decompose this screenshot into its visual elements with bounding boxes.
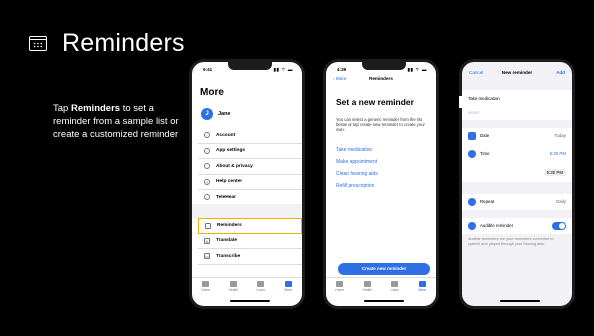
repeat-value[interactable]: Daily — [556, 199, 566, 204]
tab-learn[interactable]: Learn — [385, 278, 405, 297]
home-indicator — [364, 300, 404, 302]
notes-input[interactable]: Notes — [468, 110, 479, 115]
instruction-text: Tap Reminders to set a reminder from a s… — [53, 103, 179, 140]
reminder-option[interactable]: Clean hearing aids — [336, 168, 378, 180]
shield-icon: ◦ — [204, 163, 210, 170]
date-time-group: Date Today Time 5:30 PM — [462, 128, 572, 164]
phone-set-reminder-screen: 4:39 ▮▮ ⌔ ▬ ‹ More Reminders Set a new r… — [323, 59, 439, 309]
transcribe-icon: ▭ — [204, 253, 210, 260]
tools-menu: ▫ Reminders A Translate ▭ Transcribe — [198, 218, 302, 265]
reminder-name-group: Take medication Notes — [462, 90, 572, 120]
clock-icon — [468, 150, 476, 158]
menu-item-app-settings[interactable]: ◦ App settings — [198, 144, 302, 159]
nav-bar: ‹ More Reminders — [326, 76, 436, 86]
home-indicator — [230, 300, 270, 302]
date-value[interactable]: Today — [554, 133, 566, 138]
menu-item-transcribe[interactable]: ▭ Transcribe — [198, 249, 302, 265]
tab-home[interactable]: Home — [330, 278, 350, 297]
menu-item-help-center[interactable]: ? Help center — [198, 175, 302, 190]
tab-health[interactable]: Health — [223, 278, 243, 297]
slide-title: Reminders — [62, 29, 185, 57]
user-icon: ◦ — [204, 132, 210, 139]
page-description: You can select a generic reminder from t… — [336, 117, 425, 133]
tab-learn[interactable]: Learn — [251, 278, 271, 297]
menu-item-about-privacy[interactable]: ◦ About & privacy — [198, 159, 302, 175]
nav-title: Reminders — [369, 76, 393, 81]
repeat-label: Repeat — [480, 199, 495, 204]
audible-toggle[interactable] — [552, 222, 566, 230]
reminder-name-input[interactable]: Take medication — [468, 96, 500, 101]
sample-reminder-list: Take medication Make appointment Clean h… — [336, 144, 378, 192]
phone-more-screen: 9:41 ▮▮ ⌔ ▬ More J Jane ◦ Account ◦ App se… — [189, 59, 305, 309]
tab-health[interactable]: Health — [357, 278, 377, 297]
audible-note: Audible reminders are your reminders con… — [468, 237, 554, 246]
page-heading: Set a new reminder — [336, 97, 414, 107]
date-label: Date — [480, 133, 490, 138]
menu-item-translate[interactable]: A Translate — [198, 234, 302, 249]
health-icon — [229, 281, 237, 287]
menu-divider — [192, 204, 302, 218]
tab-home[interactable]: Home — [196, 278, 216, 297]
reminder-option[interactable]: Refill prescription — [336, 180, 378, 192]
time-picker-row: 5:30 PM — [462, 164, 572, 182]
home-icon — [202, 281, 210, 287]
create-new-reminder-button[interactable]: Create new reminder — [338, 263, 430, 275]
repeat-row[interactable]: Repeat Daily — [462, 194, 572, 210]
home-icon — [336, 281, 344, 287]
repeat-icon — [468, 198, 476, 206]
tab-bar: Home Health Learn More — [326, 277, 436, 297]
learn-icon — [257, 281, 265, 287]
learn-icon — [391, 281, 399, 287]
help-icon: ? — [204, 178, 210, 185]
time-value[interactable]: 5:30 PM — [550, 151, 566, 156]
audible-label: Audible reminder — [480, 223, 514, 228]
reminder-option[interactable]: Take medication — [336, 144, 378, 156]
translate-icon: A — [204, 237, 210, 244]
screen-title: More — [200, 87, 224, 98]
menu-item-account[interactable]: ◦ Account — [198, 128, 302, 144]
health-icon — [363, 281, 371, 287]
time-label: Time — [480, 151, 490, 156]
phone-new-reminder-screen: Cancel New reminder Add Take medication … — [459, 59, 575, 309]
gear-icon: ◦ — [204, 147, 210, 154]
speaker-icon — [468, 222, 476, 230]
menu-item-reminders[interactable]: ▫ Reminders — [198, 218, 302, 234]
user-name[interactable]: Jane — [218, 111, 231, 117]
reminders-app-icon — [29, 36, 47, 51]
audible-row: Audible reminder — [462, 218, 572, 234]
tab-more[interactable]: More — [412, 278, 432, 297]
tab-more[interactable]: More — [278, 278, 298, 297]
time-picker[interactable]: 5:30 PM — [543, 169, 566, 176]
avatar[interactable]: J — [201, 108, 213, 120]
menu-icon — [418, 281, 426, 287]
add-button[interactable]: Add — [556, 70, 565, 75]
calendar-icon: ▫ — [205, 222, 211, 229]
side-button — [459, 96, 462, 108]
calendar-icon — [468, 132, 476, 140]
home-indicator — [500, 300, 540, 302]
tab-bar: Home Health Learn More — [192, 277, 302, 297]
status-bar: 4:39 ▮▮ ⌔ ▬ — [337, 67, 427, 72]
phone-icon: ◦ — [204, 194, 210, 201]
settings-menu: ◦ Account ◦ App settings ◦ About & privacy … — [198, 128, 302, 206]
reminder-option[interactable]: Make appointment — [336, 156, 378, 168]
status-bar: 9:41 ▮▮ ⌔ ▬ — [203, 67, 293, 72]
menu-icon — [284, 281, 292, 287]
nav-bar: Cancel New reminder Add — [462, 70, 572, 80]
